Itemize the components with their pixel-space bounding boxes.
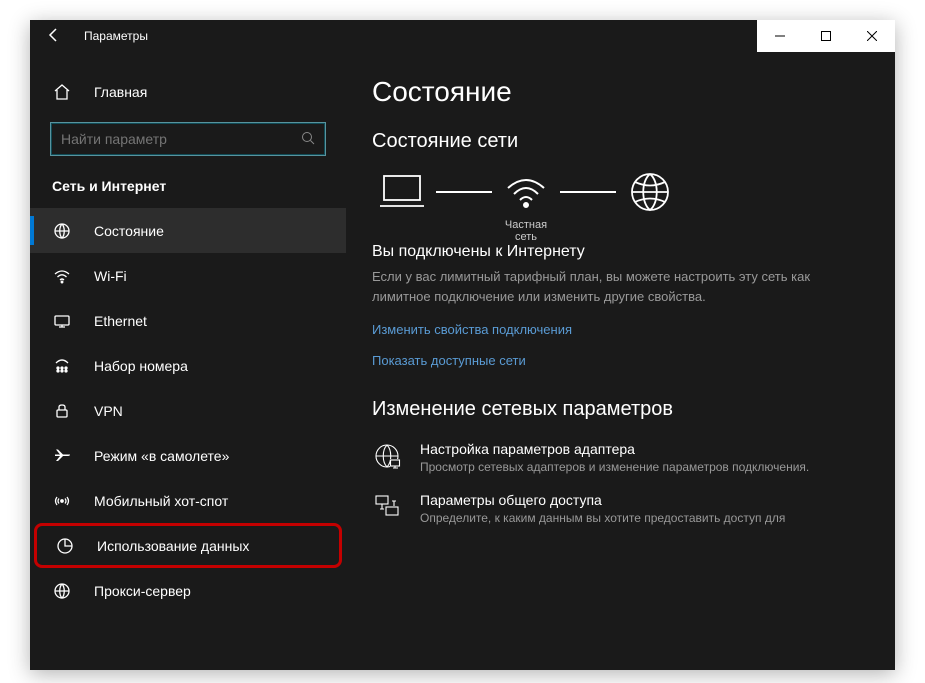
nav-label: Мобильный хот-спот	[94, 493, 228, 509]
nav-label: Ethernet	[94, 313, 147, 329]
option-sharing[interactable]: Параметры общего доступа Определите, к к…	[372, 492, 869, 527]
hotspot-icon	[52, 491, 72, 511]
opt-desc: Просмотр сетевых адаптеров и изменение п…	[420, 459, 809, 476]
connected-heading: Вы подключены к Интернету	[372, 243, 869, 261]
page-title: Состояние	[372, 76, 869, 108]
option-adapter[interactable]: Настройка параметров адаптера Просмотр с…	[372, 441, 869, 476]
pc-icon	[378, 171, 426, 213]
sharing-icon	[372, 492, 402, 522]
search-box[interactable]	[50, 122, 326, 156]
dialup-icon	[52, 356, 72, 376]
nav-data-usage[interactable]: Использование данных	[34, 523, 342, 568]
nav-status[interactable]: Состояние	[30, 208, 346, 253]
search-input[interactable]	[61, 131, 301, 147]
opt-title: Параметры общего доступа	[420, 492, 785, 508]
search-icon	[301, 131, 315, 148]
close-button[interactable]	[849, 20, 895, 52]
sidebar-home-label: Главная	[94, 84, 147, 100]
nav-label: Wi-Fi	[94, 268, 127, 284]
diagram-line	[436, 191, 492, 193]
nav-label: Прокси-сервер	[94, 583, 191, 599]
net-type-label: Частная сеть	[496, 219, 556, 243]
diagram-labels: Частная сеть	[378, 219, 869, 243]
nav-label: Состояние	[94, 223, 164, 239]
sidebar-category: Сеть и Интернет	[30, 174, 346, 208]
ethernet-icon	[52, 311, 72, 331]
airplane-icon	[52, 446, 72, 466]
content: Состояние Состояние сети Частная сеть	[346, 52, 895, 670]
opt-title: Настройка параметров адаптера	[420, 441, 809, 457]
opt-desc: Определите, к каким данным вы хотите пре…	[420, 510, 785, 527]
nav-ethernet[interactable]: Ethernet	[30, 298, 346, 343]
minimize-button[interactable]	[757, 20, 803, 52]
section-change-settings: Изменение сетевых параметров	[372, 398, 869, 421]
nav-hotspot[interactable]: Мобильный хот-спот	[30, 478, 346, 523]
maximize-button[interactable]	[803, 20, 849, 52]
section-network-status: Состояние сети	[372, 130, 869, 153]
vpn-icon	[52, 401, 72, 421]
titlebar: Параметры	[30, 20, 895, 52]
nav-proxy[interactable]: Прокси-сервер	[30, 568, 346, 613]
proxy-icon	[52, 581, 72, 601]
sidebar: Главная Сеть и Интернет Состояние Wi-Fi	[30, 52, 346, 670]
home-icon	[52, 82, 72, 102]
nav-vpn[interactable]: VPN	[30, 388, 346, 433]
nav-label: Использование данных	[97, 538, 249, 554]
nav-airplane[interactable]: Режим «в самолете»	[30, 433, 346, 478]
back-button[interactable]	[38, 27, 70, 46]
nav-wifi[interactable]: Wi-Fi	[30, 253, 346, 298]
globe-icon	[626, 171, 674, 213]
adapter-icon	[372, 441, 402, 471]
nav-label: Набор номера	[94, 358, 188, 374]
network-diagram	[378, 171, 869, 213]
datausage-icon	[55, 536, 75, 556]
status-icon	[52, 221, 72, 241]
link-show-networks[interactable]: Показать доступные сети	[372, 353, 869, 368]
nav-label: Режим «в самолете»	[94, 448, 229, 464]
settings-window: Параметры Главная Сеть и Интернет	[30, 20, 895, 670]
connected-text: Если у вас лимитный тарифный план, вы мо…	[372, 267, 812, 306]
nav-dialup[interactable]: Набор номера	[30, 343, 346, 388]
nav-list: Состояние Wi-Fi Ethernet Набор номера VP…	[30, 208, 346, 670]
body: Главная Сеть и Интернет Состояние Wi-Fi	[30, 52, 895, 670]
window-title: Параметры	[84, 29, 148, 43]
sidebar-home[interactable]: Главная	[30, 70, 346, 114]
diagram-line	[560, 191, 616, 193]
nav-label: VPN	[94, 403, 123, 419]
link-change-properties[interactable]: Изменить свойства подключения	[372, 322, 869, 337]
window-controls	[757, 20, 895, 52]
wifi-icon	[52, 266, 72, 286]
wifi-net-icon	[502, 171, 550, 213]
